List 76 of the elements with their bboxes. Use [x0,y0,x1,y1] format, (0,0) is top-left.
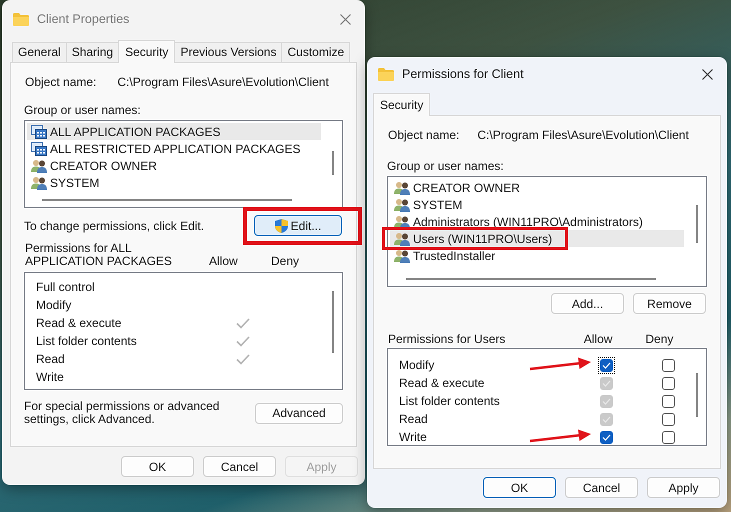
group-list-item[interactable]: TrustedInstaller [390,247,684,264]
permission-name: Write [399,430,428,444]
allow-column-header: Allow [584,332,614,346]
users-icon [394,248,410,262]
add-button[interactable]: Add... [551,293,624,314]
users-icon [394,232,410,246]
deny-checkbox[interactable] [662,376,674,390]
allow-checkbox[interactable] [600,358,612,372]
permission-name: Full control [36,280,96,294]
users-icon [394,198,410,212]
object-path: C:\Program Files\Asure\Evolution\Client [117,75,329,89]
group-name: SYSTEM [413,198,462,212]
permission-name: Read & execute [36,316,122,330]
group-name: CREATOR OWNER [50,158,157,172]
deny-column-header: Deny [645,332,674,346]
users-icon [31,158,47,172]
group-list-item[interactable]: CREATOR OWNER [27,157,321,174]
change-permissions-hint: To change permissions, click Edit. [24,218,204,232]
window-title: Permissions for Client [402,67,525,81]
scrollbar-thumb[interactable] [332,151,334,175]
permissions-label: Permissions for Users [387,333,506,346]
permission-name: Read [36,352,66,366]
group-name: ALL RESTRICTED APPLICATION PACKAGES [50,142,301,156]
users-icon [394,180,410,194]
permission-name: List folder contents [36,334,138,348]
folder-icon [13,12,29,26]
group-name: Users (WIN11PRO\Users) [413,232,552,246]
group-name: TrustedInstaller [413,248,496,262]
dialog-button[interactable]: Apply [647,477,720,498]
permission-name: Modify [36,298,72,312]
group-list-label: Group or user names: [24,103,142,117]
group-list-item[interactable]: Administrators (WIN11PRO\Administrators) [390,213,684,230]
scrollbar-thumb[interactable] [406,278,656,280]
window-title: Client Properties [37,12,130,26]
tab[interactable]: Security [373,93,430,116]
scrollbar-thumb[interactable] [42,199,292,201]
package-icon [31,142,47,156]
folder-icon [378,68,394,80]
deny-checkbox[interactable] [662,394,674,408]
group-name: ALL APPLICATION PACKAGES [50,124,221,138]
close-icon[interactable] [702,68,713,80]
group-list-item[interactable]: CREATOR OWNER [390,179,684,196]
group-list-item[interactable]: ALL RESTRICTED APPLICATION PACKAGES [27,140,321,157]
allow-column-header: Allow [209,254,239,268]
object-name-label: Object name: [388,128,460,142]
dialog-button[interactable]: OK [483,477,556,498]
object-path: C:\Program Files\Asure\Evolution\Client [477,128,689,142]
scrollbar-thumb[interactable] [332,291,334,353]
group-list-label: Group or user names: [387,159,505,173]
permission-name: Modify [399,358,436,372]
group-list-item[interactable]: SYSTEM [27,174,321,191]
deny-checkbox[interactable] [662,430,674,444]
object-name-label: Object name: [25,75,96,89]
group-list-item[interactable]: ALL APPLICATION PACKAGES [27,123,321,140]
deny-column-header: Deny [271,254,300,268]
deny-checkbox[interactable] [662,358,674,372]
permissions-label: Permissions for ALL APPLICATION PACKAGES [24,242,173,268]
package-icon [31,124,47,138]
group-name: SYSTEM [50,176,100,190]
permission-name: Read [399,412,429,426]
group-list-item[interactable]: SYSTEM [390,196,684,213]
group-name: Administrators (WIN11PRO\Administrators) [413,214,643,228]
permission-name: List folder contents [399,394,501,408]
shield-icon [274,218,288,232]
scrollbar-thumb[interactable] [696,205,698,243]
permission-name: Write [36,370,65,384]
users-icon [394,214,410,228]
deny-checkbox[interactable] [662,412,674,426]
dialog-button[interactable]: Cancel [565,477,638,498]
group-name: CREATOR OWNER [413,180,520,194]
advanced-hint: For special permissions or advanced settings, click Advanced. [24,400,220,426]
remove-button[interactable]: Remove [633,293,706,314]
permission-name: Read & execute [399,376,486,390]
scrollbar-thumb[interactable] [696,373,698,417]
users-icon [31,176,47,190]
allow-checkbox[interactable] [600,430,612,444]
